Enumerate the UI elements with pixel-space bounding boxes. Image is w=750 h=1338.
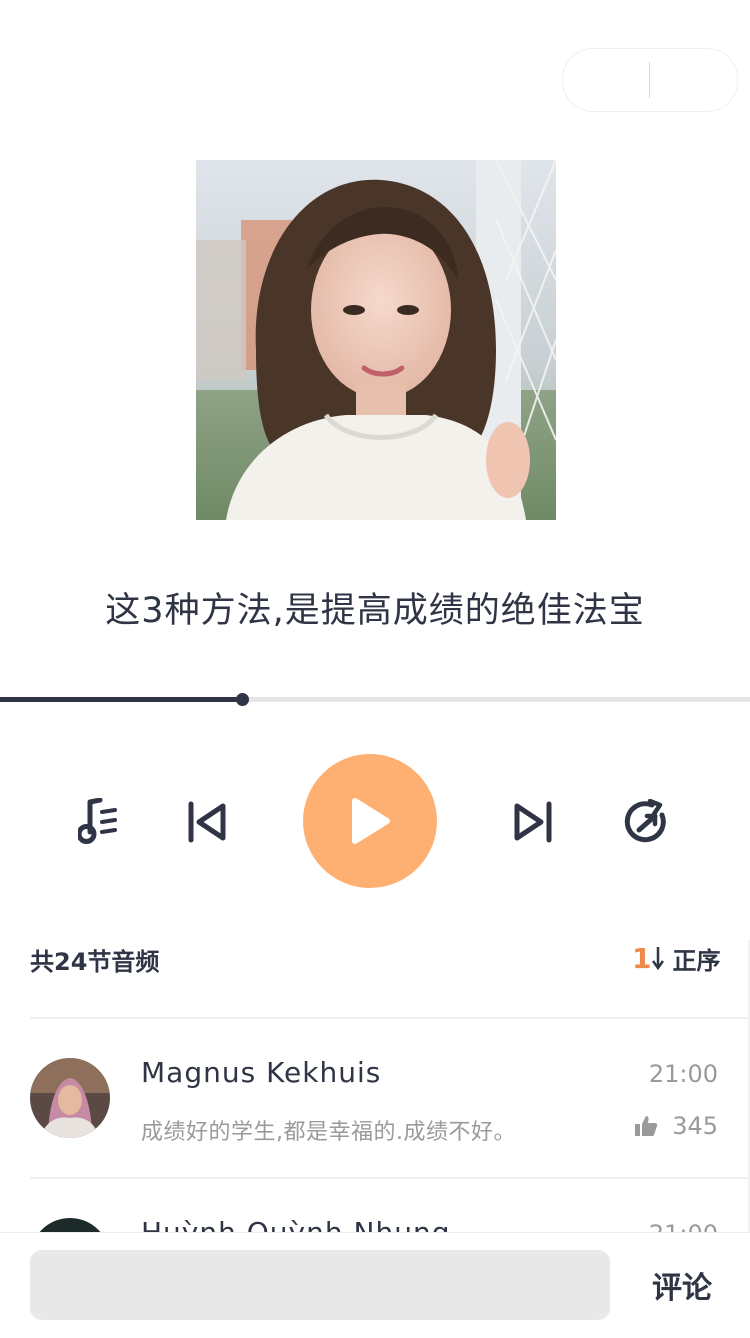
item-description: 成绩好的学生,都是幸福的.成绩不好。: [141, 1120, 516, 1145]
replay-icon[interactable]: [622, 797, 672, 847]
progress-track[interactable]: [0, 693, 750, 706]
item-likes[interactable]: 345: [634, 1112, 718, 1140]
comment-input[interactable]: [30, 1250, 610, 1320]
capsule-close-button[interactable]: [650, 49, 736, 111]
sort-number: 1: [632, 941, 652, 975]
play-button[interactable]: [303, 754, 437, 888]
thumbs-up-icon: [634, 1115, 658, 1137]
play-icon: [352, 798, 390, 844]
item-author-name: Magnus Kekhuis: [141, 1056, 382, 1089]
playlist-music-icon[interactable]: [74, 797, 122, 845]
audio-title: 这3种方法,是提高成绩的绝佳法宝: [105, 591, 645, 631]
comment-button[interactable]: 评论: [652, 1263, 712, 1307]
progress-fill: [0, 697, 242, 702]
comment-bar: 评论: [0, 1232, 750, 1335]
item-time: 21:00: [648, 1060, 718, 1088]
progress-thumb[interactable]: [235, 693, 249, 706]
mini-program-capsule: [562, 48, 738, 112]
next-track-icon[interactable]: [510, 799, 556, 845]
like-count: 345: [672, 1112, 718, 1140]
previous-track-icon[interactable]: [184, 799, 230, 845]
avatar: [30, 1058, 110, 1138]
audio-count-label: 共24节音频: [30, 948, 160, 976]
capsule-menu-button[interactable]: [563, 49, 649, 111]
sort-icon: 1: [632, 941, 665, 975]
sort-label: 正序: [672, 946, 721, 975]
cover-image: [196, 160, 556, 520]
sort-toggle[interactable]: 1 正序: [632, 940, 720, 976]
list-item[interactable]: Magnus Kekhuis 成绩好的学生,都是幸福的.成绩不好。 21:00 …: [0, 1018, 750, 1178]
